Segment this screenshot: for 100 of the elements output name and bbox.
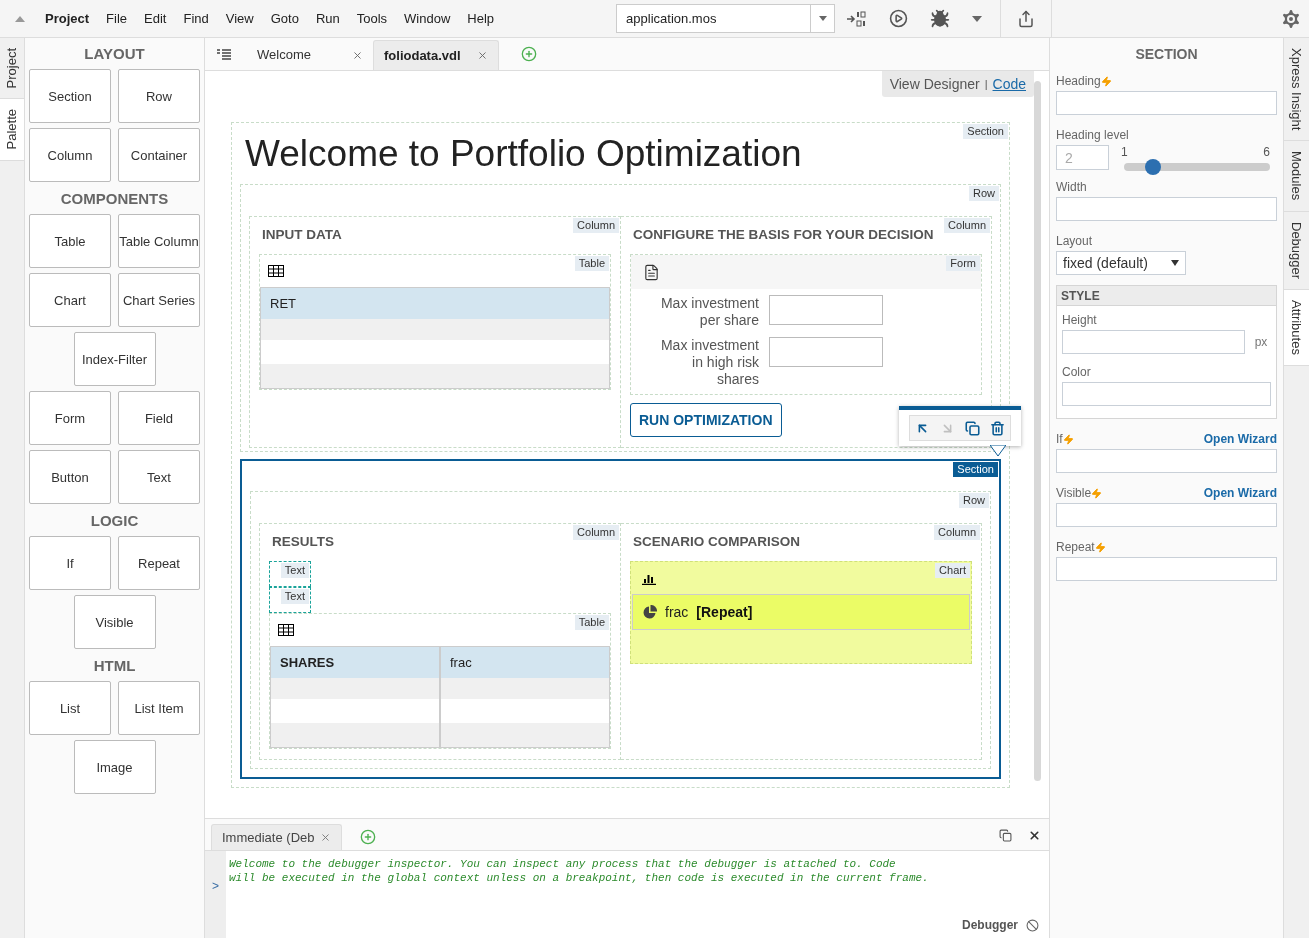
field-label: Visible — [1056, 485, 1092, 502]
column-heading: CONFIGURE THE BASIS FOR YOUR DECISION — [633, 226, 935, 244]
group-title: STYLE — [1057, 286, 1276, 306]
editor-tab[interactable]: Welcome — [247, 40, 373, 70]
ban-icon[interactable] — [1026, 918, 1039, 932]
palette-item[interactable]: Section — [29, 69, 111, 123]
column-component[interactable]: Column SCENARIO COMPARISON Chart frac [Repeat] — [621, 523, 982, 760]
unit-label: px — [1253, 334, 1269, 351]
close-icon[interactable] — [1028, 829, 1041, 842]
element-tag: Row — [969, 186, 999, 201]
row-component[interactable]: Row Column RESULTS Text Text Table SHARES frac Column SCENARIO COMPARISON Chart frac [Repeat] — [250, 491, 991, 769]
console-prompt: > — [212, 878, 219, 895]
element-tag: Form — [946, 256, 980, 271]
heading-level-field[interactable]: 2 — [1056, 145, 1109, 170]
column-component[interactable]: Column INPUT DATA Table RET — [249, 216, 621, 448]
export-icon[interactable] — [1017, 9, 1036, 28]
element-tag: Text — [280, 589, 309, 604]
palette-item[interactable]: Form — [29, 391, 111, 445]
palette-group-title: LOGIC — [89, 511, 140, 531]
run-button[interactable]: RUN OPTIMIZATION — [630, 403, 782, 437]
palette-item[interactable]: Field — [118, 391, 200, 445]
input-field[interactable] — [1056, 503, 1277, 527]
palette-item[interactable]: Table Column — [118, 214, 200, 268]
bug-icon[interactable] — [930, 8, 951, 29]
menu-item[interactable]: Goto — [270, 8, 299, 29]
palette-item[interactable]: Row — [118, 69, 200, 123]
palette-item[interactable]: List — [29, 681, 111, 735]
element-tag: Column — [944, 218, 990, 233]
menu-item[interactable]: Help — [467, 8, 495, 29]
palette-item[interactable]: Chart Series — [118, 273, 200, 327]
menu-item[interactable]: Run — [315, 8, 340, 29]
table-component[interactable]: Table RET — [259, 254, 611, 390]
field-label: Heading — [1056, 73, 1101, 90]
slider-thumb[interactable] — [1145, 159, 1162, 175]
column-header: frac — [441, 647, 609, 678]
menu-item[interactable]: View — [225, 8, 254, 29]
element-tag: Column — [573, 525, 619, 540]
chart-series[interactable]: frac [Repeat] — [632, 594, 970, 630]
menu-item[interactable]: Project — [45, 8, 90, 29]
layout-select[interactable]: fixed (default) — [1056, 251, 1186, 275]
menu-item[interactable]: Tools — [356, 8, 388, 29]
list-icon[interactable] — [217, 49, 231, 60]
editor-tab[interactable]: foliodata.vdl — [373, 40, 499, 70]
text-component[interactable]: Text — [269, 561, 311, 587]
row-component[interactable]: Row Column INPUT DATA Table RET Column CONFIGURE THE BASIS FOR YOUR DECISION Form Max investment per share Max investment in high risk shares RUN OPTIMIZATION — [240, 184, 1001, 452]
palette-item[interactable]: Table — [29, 214, 111, 268]
menu-item[interactable]: Edit — [144, 8, 167, 29]
input-field[interactable] — [1056, 91, 1277, 115]
menu-item[interactable]: File — [106, 8, 128, 29]
table-component[interactable]: Table SHARES frac — [269, 613, 611, 749]
side-tab[interactable]: Palette — [0, 99, 24, 161]
add-tab-icon[interactable] — [521, 46, 537, 62]
element-tag: Section — [963, 124, 1008, 139]
chart-component[interactable]: Chart frac [Repeat] — [630, 561, 972, 664]
view-option[interactable]: Code — [992, 73, 1026, 95]
field-label: Width — [1056, 179, 1087, 196]
palette-item[interactable]: Repeat — [118, 536, 200, 590]
input-field[interactable] — [1056, 449, 1277, 473]
palette-item[interactable]: List Item — [118, 681, 200, 735]
palette-item[interactable]: Image — [73, 740, 156, 794]
run-icon[interactable] — [889, 9, 909, 28]
column-component[interactable]: Column RESULTS Text Text Table SHARES frac — [259, 523, 621, 760]
field-label: Color — [1062, 364, 1091, 381]
input-field[interactable] — [1056, 557, 1277, 581]
input-field[interactable] — [1062, 330, 1245, 354]
text-component[interactable]: Text — [269, 587, 311, 613]
input-field[interactable] — [769, 295, 883, 325]
form-component[interactable]: Form Max investment per share Max investment in high risk shares — [630, 254, 982, 395]
input-field[interactable] — [1056, 197, 1277, 221]
add-tab-icon[interactable] — [360, 829, 377, 845]
palette-item[interactable]: If — [29, 536, 111, 590]
palette-item[interactable]: Visible — [73, 595, 156, 649]
palette-item[interactable]: Text — [118, 450, 200, 504]
table-icon — [278, 624, 294, 636]
open-wizard-link[interactable]: Open Wizard — [1203, 484, 1277, 502]
menu-item[interactable]: Find — [183, 8, 209, 29]
console-line: will be executed in the global context unless on a breakpoint, then code is executed in the current frame. — [229, 871, 930, 885]
palette-item[interactable]: Chart — [29, 273, 111, 327]
palette-item[interactable]: Column — [29, 128, 111, 182]
slider-max: 6 — [1263, 145, 1270, 159]
scrollbar[interactable] — [1034, 81, 1041, 781]
menu-item[interactable]: Window — [404, 8, 451, 29]
open-wizard-link[interactable]: Open Wizard — [1203, 430, 1277, 448]
console-tab[interactable]: Immediate (Deb — [211, 824, 343, 850]
side-tab[interactable]: Attributes — [1284, 289, 1309, 366]
file-select[interactable]: application.mos — [616, 4, 836, 33]
view-option[interactable]: View Designer — [889, 73, 980, 95]
palette-item[interactable]: Container — [118, 128, 200, 182]
slider-min: 1 — [1121, 145, 1128, 159]
column-header: RET — [261, 288, 609, 319]
palette-item[interactable]: Index-Filter — [73, 332, 156, 386]
caret-icon — [1171, 260, 1179, 266]
palette-item[interactable]: Button — [29, 450, 111, 504]
input-field[interactable] — [769, 337, 883, 367]
column-component[interactable]: Column CONFIGURE THE BASIS FOR YOUR DECISION Form Max investment per share Max investment in high risk shares RUN OPTIMIZATION — [621, 216, 992, 448]
input-field[interactable] — [1062, 382, 1271, 406]
collapse-icon[interactable] — [15, 15, 25, 22]
caret-icon[interactable] — [972, 15, 983, 22]
separator: | — [984, 76, 988, 92]
restore-icon[interactable] — [999, 829, 1012, 842]
